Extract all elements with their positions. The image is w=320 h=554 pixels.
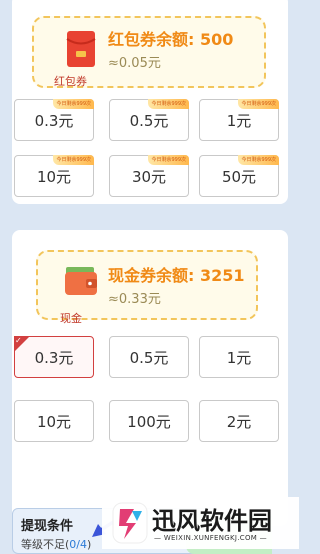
coupon-balance-title: 红包券余额: 500 [108,30,234,49]
coupon-icon-caption: 红包券 [54,75,87,88]
cash-balance-approx: ≈0.33元 [108,292,161,307]
watermark: 迅风软件园 — WEIXIN.XUNFENGKJ.COM — [102,497,299,549]
coupon-panel: 红包券余额: 500 ≈0.05元 红包券 0.3元 今日剩余999次 0.5元… [12,0,288,204]
cash-option-5[interactable]: 2元 [199,400,279,442]
cash-option-4[interactable]: 100元 [109,400,189,442]
option-label: 1元 [226,111,252,130]
option-label: 10元 [36,412,72,431]
option-label: 10元 [36,167,72,186]
daily-stock-badge: 今日剩余999次 [238,99,279,109]
level-requirement: 等级不足(0/4) [21,538,92,551]
daily-stock-badge: 今日剩余999次 [53,155,94,165]
watermark-site-name: 迅风软件园 [152,507,272,535]
coupon-option-1[interactable]: 0.5元 今日剩余999次 [109,99,189,141]
cash-option-0[interactable]: ✓ 0.3元 [14,336,94,378]
coupon-option-4[interactable]: 30元 今日剩余999次 [109,155,189,197]
withdraw-conditions-title: 提现条件 [21,519,74,534]
cash-panel: 现金券余额: 3251 ≈0.33元 现金 ✓ 0.3元 0.5元 1元 10元… [12,230,288,526]
daily-stock-badge: 今日剩余999次 [148,155,189,165]
level-progress: 0/4 [69,538,87,551]
option-label: 100元 [127,412,171,431]
cash-option-3[interactable]: 10元 [14,400,94,442]
daily-stock-badge: 今日剩余999次 [53,99,94,109]
coupon-option-0[interactable]: 0.3元 今日剩余999次 [14,99,94,141]
coupon-option-2[interactable]: 1元 今日剩余999次 [199,99,279,141]
option-label: 50元 [221,167,257,186]
option-label: 0.3元 [34,111,74,130]
option-label: 0.3元 [34,348,74,367]
option-label: 1元 [226,348,252,367]
coupon-balance-approx: ≈0.05元 [108,56,161,71]
watermark-logo-icon [112,502,148,544]
wallet-icon [65,267,97,295]
coupon-option-5[interactable]: 50元 今日剩余999次 [199,155,279,197]
coupon-option-3[interactable]: 10元 今日剩余999次 [14,155,94,197]
option-label: 30元 [131,167,167,186]
cash-balance-title: 现金券余额: 3251 [108,266,245,285]
cash-option-1[interactable]: 0.5元 [109,336,189,378]
cash-icon-caption: 现金 [60,312,82,325]
watermark-url: — WEIXIN.XUNFENGKJ.COM — [154,534,267,542]
option-label: 0.5元 [129,348,169,367]
red-envelope-icon [66,31,96,67]
daily-stock-badge: 今日剩余999次 [238,155,279,165]
option-label: 0.5元 [129,111,169,130]
cash-option-2[interactable]: 1元 [199,336,279,378]
daily-stock-badge: 今日剩余999次 [148,99,189,109]
option-label: 2元 [226,412,252,431]
selected-check-icon: ✓ [14,336,30,352]
